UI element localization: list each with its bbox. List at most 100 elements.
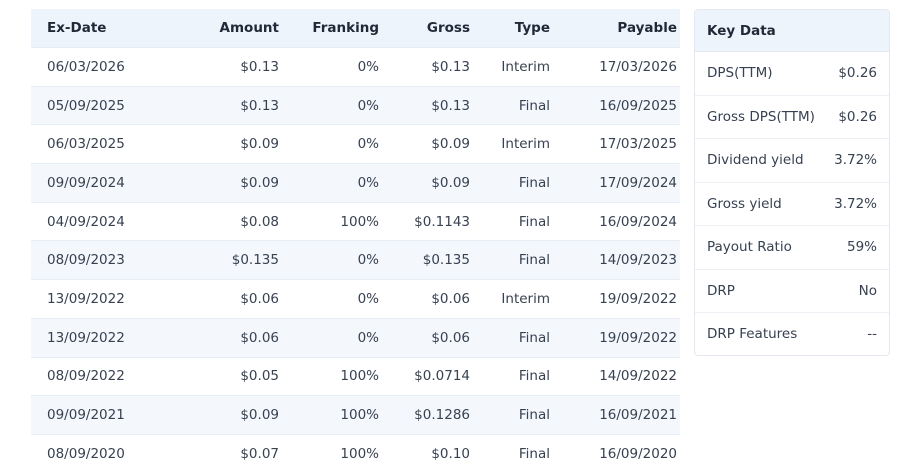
cell-ex-date: 08/09/2023 — [31, 240, 197, 280]
cell-amount: $0.06 — [197, 318, 279, 357]
cell-type: Final — [518, 445, 550, 462]
cell-payable: 19/09/2022 — [550, 318, 680, 357]
key-data-value: $0.26 — [838, 65, 877, 82]
key-data-value: $0.26 — [838, 108, 877, 125]
cell-franking: 0% — [357, 58, 379, 75]
key-data-label: Gross DPS(TTM) — [707, 108, 815, 125]
cell-gross: $0.1286 — [379, 395, 470, 435]
table-row: 06/03/2026 $0.13 0% $0.13 Interim 17/03/2026 — [31, 47, 680, 87]
dividend-history-table: Ex-Date Amount Franking Gross Type Payab… — [31, 9, 680, 473]
cell-amount: $0.13 — [197, 86, 279, 125]
key-data-value: 3.72% — [834, 195, 877, 212]
cell-franking: 0% — [279, 318, 379, 357]
table-row: 08/09/2023 $0.135 0% $0.135 Final 14/09/2023 — [31, 240, 680, 280]
table-row: 09/09/2021 $0.09 100% $0.1286 Final 16/09/202… — [31, 395, 680, 435]
cell-franking: 100% — [279, 395, 379, 435]
key-data-row: Payout Ratio 59% — [695, 226, 889, 270]
cell-type: Final — [470, 240, 550, 280]
cell-gross: $0.06 — [431, 290, 470, 307]
cell-amount: $0.09 — [240, 136, 279, 153]
cell-franking: 0% — [279, 240, 379, 280]
cell-type: Final — [470, 395, 550, 435]
table-row: 13/09/2022 $0.06 0% $0.06 Interim 19/09/2022 — [31, 279, 680, 319]
key-data-card: Key Data DPS(TTM) $0.26 Gross DPS(TTM) $0.2… — [694, 9, 890, 356]
cell-gross: $0.0714 — [414, 368, 470, 385]
key-data-label: Payout Ratio — [707, 239, 792, 256]
cell-ex-date: 08/09/2022 — [47, 368, 125, 385]
table-row: 08/09/2022 $0.05 100% $0.0714 Final 14/09/202… — [31, 357, 680, 396]
dividend-table-body: 06/03/2026 $0.13 0% $0.13 Interim 17/03/2026 0… — [31, 47, 680, 473]
cell-payable: 17/03/2025 — [599, 136, 677, 153]
cell-ex-date: 08/09/2020 — [47, 445, 125, 462]
cell-type: Interim — [501, 290, 550, 307]
key-data-value: -- — [867, 326, 877, 343]
cell-franking: 100% — [340, 445, 379, 462]
cell-franking: 100% — [340, 213, 379, 230]
key-data-value: 3.72% — [834, 152, 877, 169]
table-header-row: Ex-Date Amount Franking Gross Type Payab… — [31, 9, 680, 48]
cell-type: Interim — [501, 136, 550, 153]
cell-ex-date: 13/09/2022 — [31, 318, 197, 357]
cell-ex-date: 13/09/2022 — [47, 290, 125, 307]
key-data-row: DRP No — [695, 270, 889, 313]
key-data-label: DPS(TTM) — [707, 65, 773, 82]
column-header-payable[interactable]: Payable — [550, 9, 680, 48]
cell-payable: 14/09/2022 — [599, 368, 677, 385]
key-data-row: DPS(TTM) $0.26 — [695, 52, 889, 96]
cell-payable: 16/09/2020 — [599, 445, 677, 462]
cell-amount: $0.135 — [197, 240, 279, 280]
cell-gross: $0.13 — [431, 58, 470, 75]
key-data-value: 59% — [846, 239, 877, 256]
key-data-label: DRP — [707, 282, 735, 299]
cell-amount: $0.05 — [240, 368, 279, 385]
key-data-label: Dividend yield — [707, 152, 804, 169]
column-header-gross[interactable]: Gross — [379, 9, 470, 48]
key-data-row: Gross DPS(TTM) $0.26 — [695, 96, 889, 139]
cell-gross: $0.13 — [379, 86, 470, 125]
cell-gross: $0.1143 — [414, 213, 470, 230]
key-data-value: No — [858, 282, 877, 299]
cell-amount: $0.09 — [197, 163, 279, 203]
cell-franking: 0% — [279, 86, 379, 125]
cell-gross: $0.06 — [379, 318, 470, 357]
cell-amount: $0.06 — [240, 290, 279, 307]
key-data-row: Gross yield 3.72% — [695, 183, 889, 226]
cell-payable: 16/09/2025 — [550, 86, 680, 125]
dividend-history-table-container: Ex-Date Amount Franking Gross Type Payab… — [31, 9, 680, 473]
cell-type: Final — [470, 86, 550, 125]
cell-franking: 100% — [340, 368, 379, 385]
cell-amount: $0.09 — [197, 395, 279, 435]
cell-payable: 16/09/2024 — [599, 213, 677, 230]
cell-ex-date: 06/03/2025 — [47, 136, 125, 153]
column-header-franking[interactable]: Franking — [279, 9, 379, 48]
column-header-type[interactable]: Type — [470, 9, 550, 48]
cell-gross: $0.135 — [379, 240, 470, 280]
key-data-label: Gross yield — [707, 195, 782, 212]
column-header-ex-date[interactable]: Ex-Date — [31, 9, 197, 48]
cell-amount: $0.07 — [240, 445, 279, 462]
key-data-row: Dividend yield 3.72% — [695, 139, 889, 183]
cell-ex-date: 04/09/2024 — [47, 213, 125, 230]
cell-ex-date: 09/09/2021 — [31, 395, 197, 435]
cell-franking: 0% — [357, 136, 379, 153]
cell-ex-date: 05/09/2025 — [31, 86, 197, 125]
cell-payable: 17/09/2024 — [550, 163, 680, 203]
cell-type: Final — [470, 163, 550, 203]
column-header-amount[interactable]: Amount — [197, 9, 279, 48]
cell-payable: 16/09/2021 — [550, 395, 680, 435]
table-row: 08/09/2020 $0.07 100% $0.10 Final 16/09/2020 — [31, 434, 680, 472]
cell-amount: $0.08 — [240, 213, 279, 230]
cell-franking: 0% — [357, 290, 379, 307]
cell-payable: 14/09/2023 — [550, 240, 680, 280]
cell-gross: $0.09 — [431, 136, 470, 153]
key-data-label: DRP Features — [707, 326, 798, 343]
table-row: 09/09/2024 $0.09 0% $0.09 Final 17/09/2024 — [31, 163, 680, 203]
table-row: 04/09/2024 $0.08 100% $0.1143 Final 16/09/202… — [31, 202, 680, 241]
cell-payable: 19/09/2022 — [599, 290, 677, 307]
cell-amount: $0.13 — [240, 58, 279, 75]
cell-gross: $0.10 — [431, 445, 470, 462]
cell-gross: $0.09 — [379, 163, 470, 203]
table-row: 13/09/2022 $0.06 0% $0.06 Final 19/09/2022 — [31, 318, 680, 357]
cell-type: Final — [518, 368, 550, 385]
cell-type: Final — [518, 213, 550, 230]
